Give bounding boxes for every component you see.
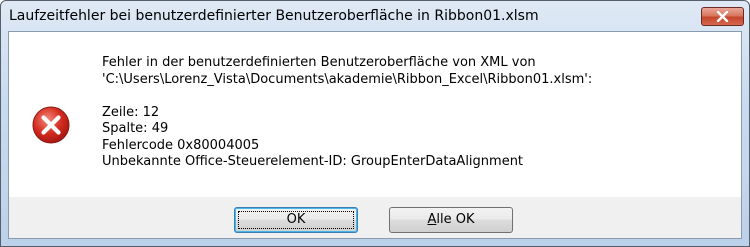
message-line: Spalte: 49 [102, 121, 169, 136]
message-line: Unbekannte Office-Steuerelement-ID: Grou… [102, 154, 524, 169]
message-line: Fehlercode 0x80004005 [102, 137, 260, 153]
all-ok-button[interactable]: Alle OK [389, 207, 513, 233]
title-bar[interactable]: Laufzeitfehler bei benutzerdefinierter B… [1, 1, 749, 31]
message-line: Zeile: 12 [102, 104, 160, 120]
dialog-client-area: Fehler in der benutzerdefinierten Benutz… [8, 31, 742, 239]
message-line: 'C:\Users\Lorenz_Vista\Documents\akademi… [102, 71, 593, 87]
message-line: Fehler in der benutzerdefinierten Benutz… [102, 55, 536, 70]
error-icon [32, 106, 70, 144]
ok-button-label: OK [286, 212, 306, 227]
all-ok-button-label: lle OK [436, 212, 475, 227]
window-title: Laufzeitfehler bei benutzerdefinierter B… [9, 8, 539, 24]
close-icon [716, 11, 729, 22]
close-button[interactable] [701, 7, 744, 26]
dialog-window: Laufzeitfehler bei benutzerdefinierter B… [0, 0, 750, 247]
message-area: Fehler in der benutzerdefinierten Benutz… [9, 32, 741, 197]
error-message: Fehler in der benutzerdefinierten Benutz… [102, 55, 592, 171]
ok-button[interactable]: OK [234, 207, 358, 233]
